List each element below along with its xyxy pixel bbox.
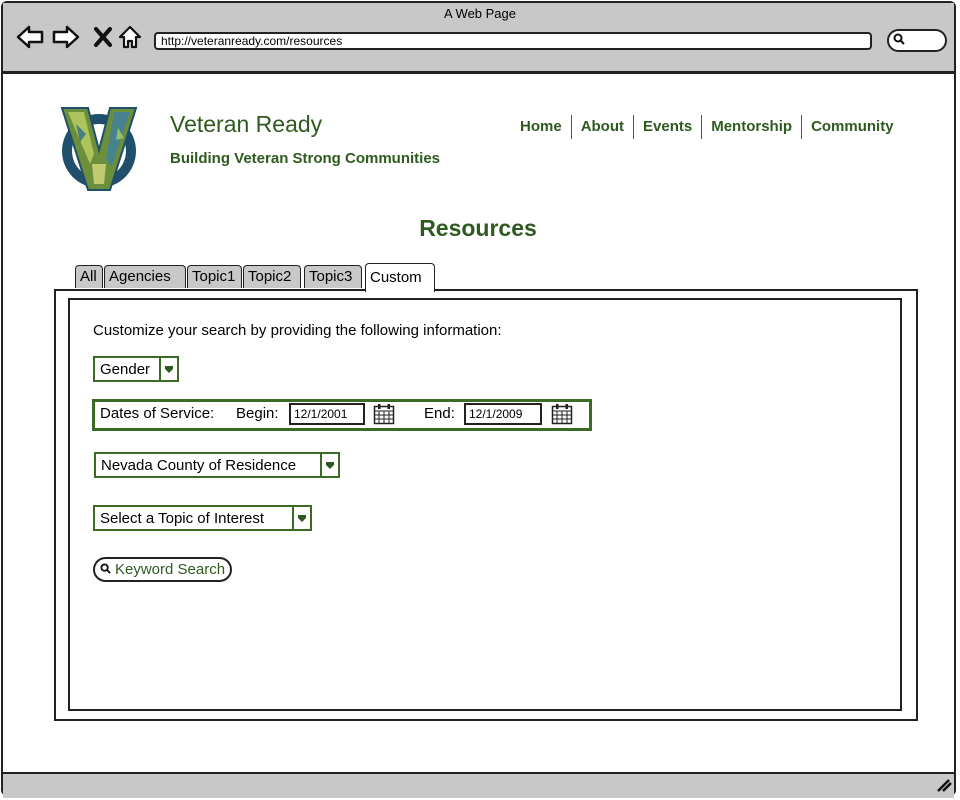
home-icon[interactable] [117,24,143,50]
tab-topic3[interactable]: Topic3 [304,265,362,288]
address-bar[interactable]: http://veteranready.com/resources [154,32,872,50]
nav-item-mentorship[interactable]: Mentorship [701,115,801,139]
main-nav: Home About Events Mentorship Community [511,115,903,139]
end-date-field[interactable]: 12/1/2009 [464,403,542,425]
site-title[interactable]: Veteran Ready [170,111,322,138]
gender-select[interactable]: Gender [93,356,179,382]
dates-of-service-group: Dates of Service: Begin: 12/1/2001 End: … [92,399,592,431]
nav-item-home[interactable]: Home [511,115,571,139]
county-select[interactable]: Nevada County of Residence [94,452,340,478]
gender-select-label: Gender [100,360,151,378]
nav-item-events[interactable]: Events [633,115,701,139]
begin-date-label: Begin: [236,405,279,422]
resize-grip-icon[interactable] [936,778,952,795]
dates-of-service-label: Dates of Service: [100,405,215,422]
chevron-down-icon [292,507,310,529]
chevron-down-icon [320,454,338,476]
chevron-down-icon [159,358,177,380]
site-tagline: Building Veteran Strong Communities [170,150,441,167]
keyword-search-label: Keyword Search [115,561,226,578]
tab-topic1[interactable]: Topic1 [187,265,242,288]
browser-search-field[interactable] [887,29,947,52]
page-title: Resources [419,215,537,241]
window-title: A Web Page [443,6,517,21]
calendar-icon[interactable] [551,403,573,425]
begin-date-field[interactable]: 12/1/2001 [289,403,365,425]
forward-arrow-icon[interactable] [52,24,80,50]
browser-status-bar [3,772,954,798]
county-select-label: Nevada County of Residence [101,456,297,474]
tab-all[interactable]: All [75,265,103,288]
end-date-label: End: [424,405,455,422]
search-icon [893,33,905,48]
tab-topic2[interactable]: Topic2 [243,265,301,288]
v-logo-icon[interactable] [58,104,140,194]
close-icon[interactable] [90,24,116,50]
back-arrow-icon[interactable] [16,24,44,50]
nav-item-about[interactable]: About [570,115,633,139]
topic-select-label: Select a Topic of Interest [100,509,264,527]
nav-item-community[interactable]: Community [801,115,903,139]
tab-custom[interactable]: Custom [365,263,435,292]
tab-agencies[interactable]: Agencies [104,265,186,288]
calendar-icon[interactable] [373,403,395,425]
topic-select[interactable]: Select a Topic of Interest [93,505,312,531]
search-icon [100,562,111,577]
form-instruction: Customize your search by providing the f… [93,322,502,339]
keyword-search-button[interactable]: Keyword Search [93,557,233,582]
